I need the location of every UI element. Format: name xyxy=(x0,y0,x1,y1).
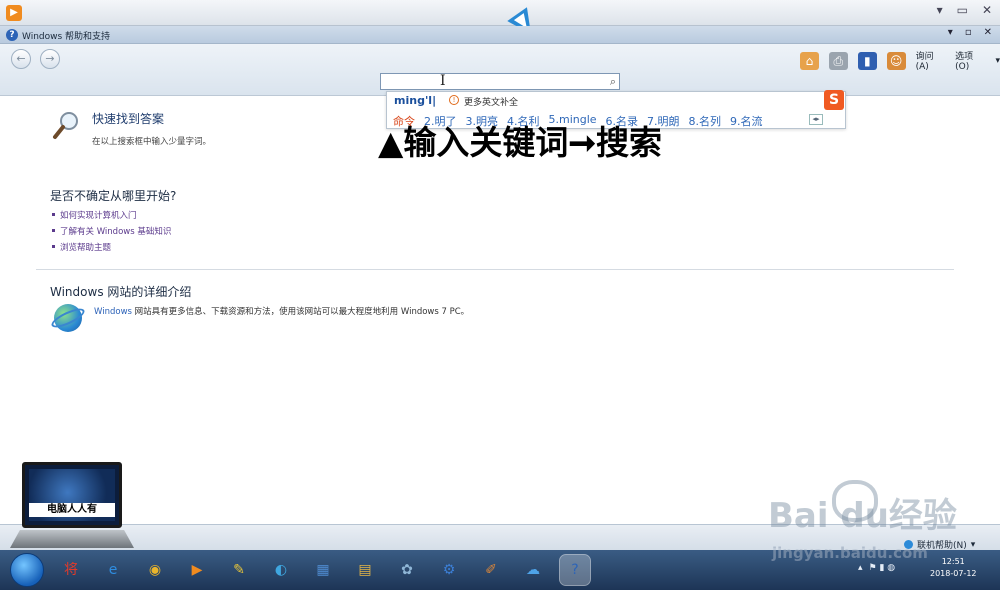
help-icon[interactable]: ? xyxy=(559,554,591,586)
paint-icon[interactable]: ✐ xyxy=(476,555,506,585)
player-maximize-button[interactable]: ▭ xyxy=(957,3,968,17)
connect-icon[interactable]: ⚙ xyxy=(434,555,464,585)
link-computer-basics[interactable]: 如何实现计算机入门 xyxy=(52,209,171,225)
sogou-ime-icon[interactable]: S xyxy=(824,90,844,110)
ibeam-cursor-icon: I xyxy=(440,73,446,89)
magnifier-icon xyxy=(53,112,78,139)
system-tray: ▴ ⚑ ▮ ◍ xyxy=(858,563,895,573)
close-button[interactable]: ✕ xyxy=(984,27,992,38)
chrome-icon[interactable]: ◉ xyxy=(140,555,170,585)
options-button[interactable]: 选项(O) xyxy=(955,49,985,72)
start-button[interactable] xyxy=(10,553,44,587)
windows-website-link[interactable]: Windows xyxy=(94,307,132,317)
search-icon[interactable]: ⌕ xyxy=(610,75,616,89)
start-links: 如何实现计算机入门 了解有关 Windows 基础知识 浏览帮助主题 xyxy=(52,209,171,257)
player-minimize-button[interactable]: ▾ xyxy=(937,3,943,17)
quick-answer-desc: 在以上搜索框中输入少量字词。 xyxy=(92,137,212,147)
ime-more-completions[interactable]: 更多英文补全 xyxy=(464,95,518,108)
clock-time: 12:51 xyxy=(941,557,965,566)
tray-status-icons[interactable]: ⚑ ▮ ◍ xyxy=(869,563,896,573)
watermark: Bai du经验 xyxy=(768,496,957,536)
window-title: Windows 帮助和支持 xyxy=(22,32,111,42)
media-player-icon[interactable]: ▶ xyxy=(182,555,212,585)
web-section-title: Windows 网站的详细介绍 xyxy=(50,285,192,299)
clock-date: 2018-07-12 xyxy=(930,569,977,578)
info-icon: ! xyxy=(449,95,459,105)
notes-icon[interactable]: ✎ xyxy=(224,555,254,585)
link-browse-topics[interactable]: 浏览帮助主题 xyxy=(52,241,171,257)
player-controls: ▾ ▭ ✕ xyxy=(937,3,992,17)
ask-icon[interactable]: ☺ xyxy=(886,51,906,70)
laptop-screen: 电脑人人有 xyxy=(22,462,122,528)
cloud-icon[interactable]: ☁ xyxy=(518,555,548,585)
link-windows-basics[interactable]: 了解有关 Windows 基础知识 xyxy=(52,225,171,241)
360-browser-icon[interactable]: 将 xyxy=(56,555,86,585)
restore-button[interactable]: ▫ xyxy=(965,27,972,38)
online-help-chevron-down-icon: ▾ xyxy=(970,539,976,550)
search-box: ⌕ xyxy=(380,73,620,90)
home-icon[interactable]: ⌂ xyxy=(800,51,819,70)
quick-answer-title: 快速找到答案 xyxy=(92,112,165,126)
options-chevron-down-icon[interactable]: ▾ xyxy=(995,56,1000,66)
laptop-logo: 电脑人人有 xyxy=(10,462,134,554)
clock[interactable]: 12:51 2018-07-12 xyxy=(930,556,977,580)
control-panel-icon[interactable]: ▦ xyxy=(308,555,338,585)
player-bar: ▶ ▾ ▭ ✕ xyxy=(0,0,1000,26)
ime-composition: ming'l| xyxy=(394,94,437,107)
web-section-desc: Windows 网站具有更多信息、下载资源和方法，使用该网站可以最大程度地利用 … xyxy=(94,305,469,317)
taskbar-tasks: 将 e ◉ ▶ ✎ ◐ ▦ ▤ ✿ ⚙ ✐ ☁? xyxy=(56,554,591,586)
ime-pager-button[interactable]: ◂▸ xyxy=(809,114,823,125)
forward-button[interactable]: → xyxy=(40,49,60,69)
minimize-button[interactable]: ▾ xyxy=(948,27,953,38)
player-close-button[interactable]: ✕ xyxy=(982,3,992,17)
print-icon[interactable]: ⎙ xyxy=(828,51,848,70)
browser-icon[interactable]: ◐ xyxy=(266,555,296,585)
browse-help-icon[interactable]: ▮ xyxy=(857,51,877,70)
watermark-url: jingyan.baidu.com xyxy=(772,544,928,562)
folder-icon[interactable]: ▤ xyxy=(350,555,380,585)
recycle-icon[interactable]: ✿ xyxy=(392,555,422,585)
ask-button[interactable]: 询问(A) xyxy=(916,49,945,72)
ie-icon[interactable]: e xyxy=(98,555,128,585)
window-controls: ▾ ▫ ✕ xyxy=(948,27,992,38)
unsure-title: 是否不确定从哪里开始? xyxy=(50,189,177,203)
tray-expand-icon[interactable]: ▴ xyxy=(858,563,863,573)
section-divider xyxy=(36,269,954,270)
laptop-logo-label: 电脑人人有 xyxy=(29,503,115,517)
ime-candidate[interactable]: 8.名列 xyxy=(689,113,722,129)
search-input[interactable] xyxy=(385,75,595,88)
player-logo-icon[interactable]: ▶ xyxy=(6,5,22,21)
window-titlebar: ? Windows 帮助和支持 ▾ ▫ ✕ xyxy=(0,26,1000,44)
back-button[interactable]: ← xyxy=(11,49,31,69)
help-icon: ? xyxy=(6,29,18,41)
overlay-caption: ▲输入关键词➞搜索 xyxy=(378,123,663,162)
laptop-base xyxy=(10,530,134,548)
toolbar-actions: ⌂ ⎙ ▮ ☺ 询问(A) 选项(O) ▾ xyxy=(800,49,1000,72)
ime-candidate[interactable]: 9.名流 xyxy=(730,113,763,129)
web-desc-text: 网站具有更多信息、下载资源和方法，使用该网站可以最大程度地利用 Windows … xyxy=(131,307,470,317)
